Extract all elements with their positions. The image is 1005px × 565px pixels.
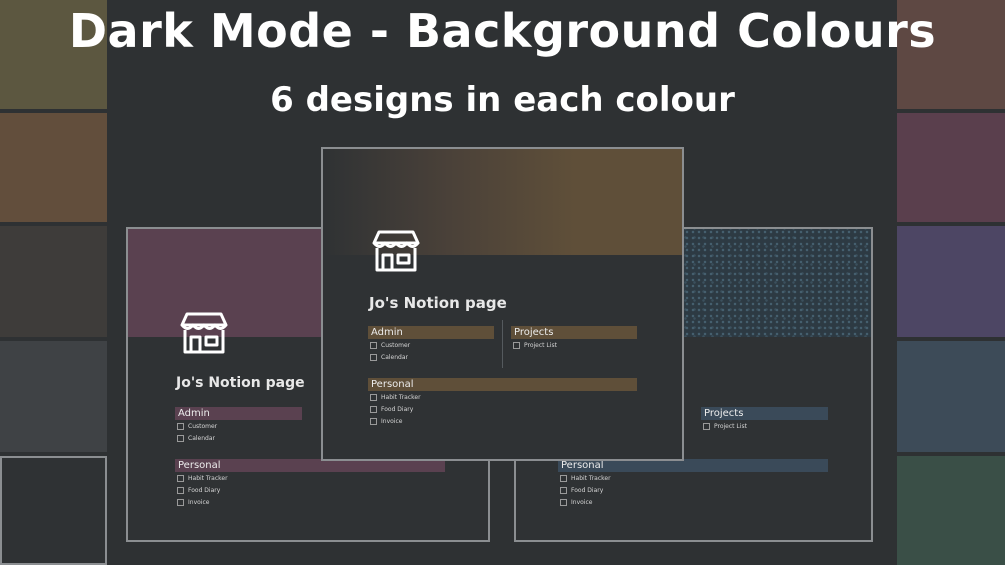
list-item[interactable]: Habit Tracker — [177, 475, 228, 482]
swatch-gray — [0, 341, 107, 452]
document-icon — [560, 499, 567, 506]
food-icon — [370, 406, 377, 413]
store-icon — [372, 230, 420, 272]
swatch-default — [0, 456, 107, 565]
document-icon — [370, 418, 377, 425]
page-subtitle: 6 designs in each colour — [270, 80, 735, 120]
checklist-icon — [370, 394, 377, 401]
document-icon — [177, 499, 184, 506]
card-brown: Jo's Notion page Admin Customer Calendar… — [321, 147, 684, 461]
projects-header[interactable]: Projects — [511, 326, 637, 339]
database-icon — [370, 342, 377, 349]
food-icon — [177, 487, 184, 494]
swatch-brown — [0, 113, 107, 222]
list-item[interactable]: Customer — [370, 342, 410, 349]
page-title: Dark Mode - Background Colours — [68, 4, 937, 58]
list-item[interactable]: Food Diary — [370, 406, 413, 413]
swatch-dark-brown — [0, 226, 107, 337]
list-item[interactable]: Project List — [513, 342, 557, 349]
list-item[interactable]: Customer — [177, 423, 217, 430]
list-item[interactable]: Project List — [703, 423, 747, 430]
swatch-purple — [897, 226, 1005, 337]
checklist-icon — [177, 475, 184, 482]
column-divider — [502, 320, 503, 368]
list-item[interactable]: Invoice — [177, 499, 209, 506]
store-icon — [180, 312, 228, 354]
swatch-green — [897, 456, 1005, 565]
food-icon — [560, 487, 567, 494]
list-item[interactable]: Habit Tracker — [560, 475, 611, 482]
list-item[interactable]: Calendar — [370, 354, 408, 361]
notion-page-title: Jo's Notion page — [369, 294, 507, 312]
admin-header[interactable]: Admin — [175, 407, 302, 420]
list-item[interactable]: Invoice — [370, 418, 402, 425]
document-icon — [703, 423, 710, 430]
admin-header[interactable]: Admin — [368, 326, 494, 339]
list-item[interactable]: Invoice — [560, 499, 592, 506]
checklist-icon — [560, 475, 567, 482]
list-item[interactable]: Food Diary — [560, 487, 603, 494]
swatch-pink — [897, 113, 1005, 222]
database-icon — [177, 423, 184, 430]
notion-page-title: Jo's Notion page — [176, 375, 305, 391]
list-item[interactable]: Calendar — [177, 435, 215, 442]
swatch-blue — [897, 341, 1005, 452]
list-item[interactable]: Habit Tracker — [370, 394, 421, 401]
list-item[interactable]: Food Diary — [177, 487, 220, 494]
projects-header[interactable]: Projects — [701, 407, 828, 420]
document-icon — [513, 342, 520, 349]
calendar-icon — [370, 354, 377, 361]
calendar-icon — [177, 435, 184, 442]
personal-header[interactable]: Personal — [368, 378, 637, 391]
